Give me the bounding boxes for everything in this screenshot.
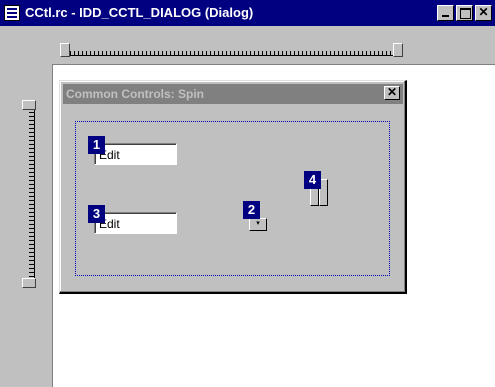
vertical-ruler[interactable]	[22, 100, 36, 290]
minimize-button[interactable]	[437, 5, 454, 21]
maximize-button[interactable]	[456, 5, 473, 21]
edit-control-1[interactable]: Edit	[94, 143, 177, 165]
dialog-caption-bar[interactable]: Common Controls: Spin ✕	[63, 84, 403, 104]
tab-order-badge-4[interactable]: 4	[304, 171, 321, 189]
resource-file-icon[interactable]	[4, 5, 20, 21]
dialog-close-button[interactable]: ✕	[384, 86, 400, 100]
ruler-bottom-handle[interactable]	[22, 278, 36, 288]
edit-control-3[interactable]: Edit	[94, 212, 177, 234]
tab-order-badge-1[interactable]: 1	[88, 136, 105, 154]
spin-control-horizontal[interactable]: ▾	[249, 218, 267, 231]
ruler-top-handle[interactable]	[22, 100, 36, 110]
tab-order-badge-2[interactable]: 2	[243, 201, 260, 219]
ruler-ticks	[66, 51, 397, 56]
dialog-caption: Common Controls: Spin	[66, 87, 204, 101]
close-button[interactable]: ✕	[475, 5, 492, 21]
mdi-child-window: CCtl.rc - IDD_CCTL_DIALOG (Dialog) ✕ Com…	[0, 0, 495, 387]
ruler-ticks	[29, 108, 35, 282]
dialog-preview[interactable]: Common Controls: Spin ✕ Edit 1 Edit 3 ▾ …	[59, 80, 407, 294]
ruler-right-handle[interactable]	[393, 43, 403, 57]
window-title-bar[interactable]: CCtl.rc - IDD_CCTL_DIALOG (Dialog) ✕	[0, 0, 495, 26]
horizontal-ruler[interactable]	[60, 43, 403, 57]
tab-order-badge-3[interactable]: 3	[88, 205, 105, 223]
window-title: CCtl.rc - IDD_CCTL_DIALOG (Dialog)	[25, 5, 254, 20]
ruler-left-handle[interactable]	[60, 43, 70, 57]
